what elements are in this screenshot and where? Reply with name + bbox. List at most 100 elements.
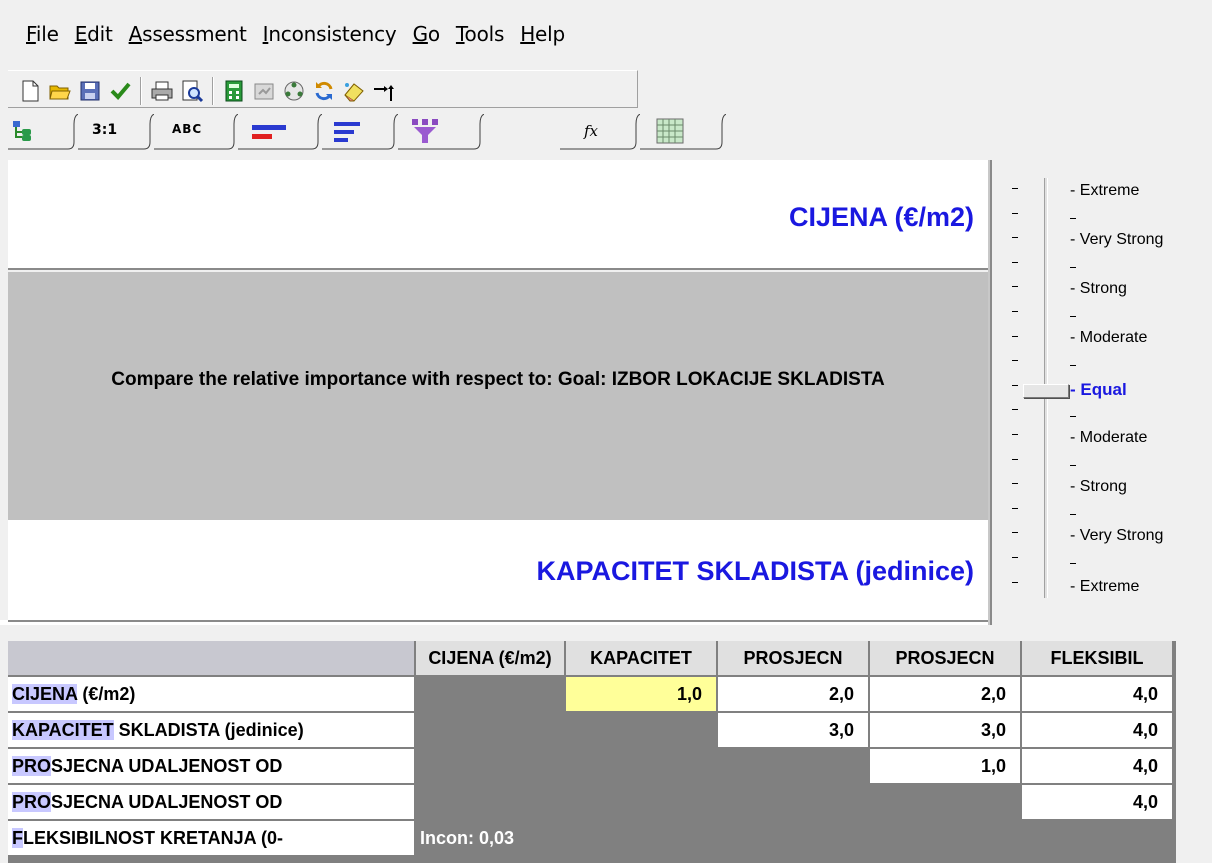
scale-minor-tick: [1070, 514, 1076, 515]
matrix-cell[interactable]: 4,0: [1022, 749, 1174, 785]
bottom-item-label: KAPACITET SKLADISTA (jedinice): [536, 556, 974, 586]
row-header-highlight: KAPACITET: [12, 720, 114, 740]
scale-tick: [1012, 581, 1018, 583]
menu-item-file[interactable]: File: [26, 22, 75, 46]
bottom-item-box: KAPACITET SKLADISTA (jedinice): [8, 520, 988, 622]
scale-label-very-strong[interactable]: - Very Strong: [1070, 527, 1163, 545]
menu-item-assessment[interactable]: Assessment: [129, 22, 263, 46]
scale-minor-tick: [1070, 218, 1076, 219]
row-header-text: LEKSIBILNOST KRETANJA (0-: [23, 828, 284, 848]
matrix-cell[interactable]: 1,0: [566, 677, 718, 713]
row-header-highlight: PRO: [12, 792, 52, 812]
top-item-label: CIJENA (€/m2): [788, 202, 974, 232]
scale-tick: [1012, 532, 1018, 534]
tab-numerical-label: 3:1: [92, 122, 118, 138]
report-icon[interactable]: [252, 79, 276, 103]
tab-formula[interactable]: fx: [560, 114, 640, 150]
open-folder-icon[interactable]: [48, 79, 72, 103]
scale-label-text: Moderate: [1079, 329, 1148, 346]
tab-bars[interactable]: [322, 114, 398, 150]
scale-label-text: Strong: [1079, 478, 1127, 495]
scale-label-extreme[interactable]: - Extreme: [1070, 182, 1139, 200]
scale-label-very-strong[interactable]: - Very Strong: [1070, 231, 1163, 249]
network-icon[interactable]: [282, 79, 306, 103]
matrix-row-header[interactable]: FLEKSIBILNOST KRETANJA (0-: [8, 821, 416, 857]
scale-label-text: Very Strong: [1079, 231, 1164, 248]
scale-label-text: Strong: [1079, 280, 1127, 297]
scale-tick: [1012, 483, 1018, 485]
row-header-highlight: F: [12, 828, 23, 848]
matrix-cell[interactable]: 2,0: [718, 677, 870, 713]
arrows-icon[interactable]: [372, 79, 396, 103]
matrix-column-header[interactable]: FLEKSIBIL: [1022, 641, 1174, 677]
new-file-icon[interactable]: [18, 79, 42, 103]
row-header-text: SJECNA UDALJENOST OD: [51, 792, 283, 812]
scale-tick: [1012, 434, 1018, 435]
menu-item-edit[interactable]: Edit: [75, 22, 129, 46]
scale-label-strong[interactable]: - Strong: [1070, 478, 1127, 496]
matrix-cell-disabled: [566, 749, 718, 785]
scale-label-moderate[interactable]: - Moderate: [1070, 329, 1147, 347]
print-preview-icon[interactable]: [180, 79, 204, 103]
eraser-icon[interactable]: [342, 79, 366, 103]
row-header-text: SJECNA UDALJENOST OD: [51, 756, 283, 776]
scale-label-moderate[interactable]: - Moderate: [1070, 429, 1147, 447]
top-item-box: CIJENA (€/m2): [8, 160, 988, 270]
matrix-cell[interactable]: 1,0: [870, 749, 1022, 785]
scale-label-text: Equal: [1080, 380, 1127, 399]
print-icon[interactable]: [150, 79, 174, 103]
matrix-row-header[interactable]: CIJENA (€/m2): [8, 677, 416, 713]
scale-label-strong[interactable]: - Strong: [1070, 280, 1127, 298]
matrix-row-header[interactable]: PROSJECNA UDALJENOST OD: [8, 749, 416, 785]
matrix-column-header[interactable]: CIJENA (€/m2): [416, 641, 566, 677]
toolbar-strip: [8, 70, 638, 108]
scale-label-equal[interactable]: - Equal: [1070, 380, 1127, 400]
menu-item-inconsistency[interactable]: Inconsistency: [263, 22, 413, 46]
scale-tick: [1012, 335, 1018, 337]
menu-item-go[interactable]: Go: [413, 22, 456, 46]
verbal-scale: - Extreme - Very Strong - Strong - Moderate…: [992, 160, 1212, 625]
tab-funnel[interactable]: [398, 114, 484, 150]
matrix-cell-disabled: [416, 677, 566, 713]
matrix-cell[interactable]: 4,0: [1022, 677, 1174, 713]
scale-tick: [1012, 212, 1018, 214]
scale-tick: [1012, 261, 1018, 263]
scale-slider-thumb[interactable]: [1023, 384, 1069, 398]
matrix-column-header[interactable]: PROSJECN: [718, 641, 870, 677]
scale-minor-tick: [1070, 465, 1076, 466]
matrix-cell[interactable]: 2,0: [870, 677, 1022, 713]
matrix-cell-disabled: [718, 785, 870, 821]
matrix-cell[interactable]: 4,0: [1022, 785, 1174, 821]
menu-item-tools[interactable]: Tools: [456, 22, 520, 46]
refresh-icon[interactable]: [312, 79, 336, 103]
matrix-cell-disabled: [718, 749, 870, 785]
matrix-row-header[interactable]: PROSJECNA UDALJENOST OD: [8, 785, 416, 821]
calculator-icon[interactable]: [222, 79, 246, 103]
tab-matrix[interactable]: [640, 114, 726, 150]
matrix-cell[interactable]: 4,0: [1022, 713, 1174, 749]
scale-tick: [1012, 384, 1018, 386]
save-icon[interactable]: [78, 79, 102, 103]
scale-tick: [1012, 409, 1018, 411]
matrix-cell[interactable]: 3,0: [870, 713, 1022, 749]
comparison-question: Compare the relative importance with res…: [111, 369, 885, 390]
tab-verbal[interactable]: ABC: [154, 114, 238, 150]
scale-tick: [1012, 311, 1018, 312]
matrix-column-header[interactable]: KAPACITET: [566, 641, 718, 677]
tab-graphical[interactable]: [238, 114, 322, 150]
scale-label-extreme[interactable]: - Extreme: [1070, 578, 1139, 596]
matrix-cell-disabled: [566, 821, 718, 857]
matrix-cell[interactable]: 3,0: [718, 713, 870, 749]
comparison-matrix: CIJENA (€/m2) KAPACITET PROSJECN PROSJECN FL…: [0, 625, 1212, 863]
scale-tick: [1012, 237, 1018, 239]
tab-tree[interactable]: [8, 114, 78, 150]
menu-bar: File Edit Assessment Inconsistency Go Tools He…: [0, 0, 1212, 70]
check-icon[interactable]: [108, 79, 132, 103]
menu-item-help[interactable]: Help: [520, 22, 581, 46]
toolbar: [0, 70, 1212, 110]
matrix-row-header[interactable]: KAPACITET SKLADISTA (jedinice): [8, 713, 416, 749]
matrix-column-header[interactable]: PROSJECN: [870, 641, 1022, 677]
tab-numerical[interactable]: 3:1: [78, 114, 154, 150]
matrix-cell-disabled: [416, 713, 566, 749]
tab-formula-label: fx: [584, 122, 599, 140]
